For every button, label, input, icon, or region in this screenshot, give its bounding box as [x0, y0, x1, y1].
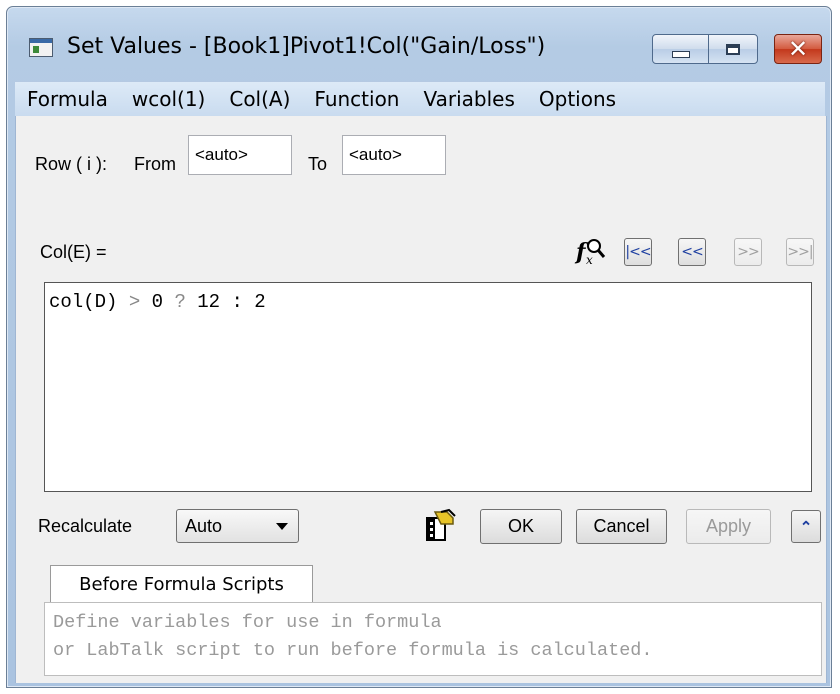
- minimize-icon: [671, 50, 690, 58]
- menu-col-a[interactable]: Col(A): [217, 87, 302, 111]
- last-column-button[interactable]: >>|: [786, 238, 814, 266]
- close-icon: ✕: [787, 35, 809, 63]
- menu-options[interactable]: Options: [527, 87, 628, 111]
- function-search-button[interactable]: f x: [573, 234, 607, 268]
- maximize-icon: [726, 43, 740, 55]
- close-button[interactable]: ✕: [774, 34, 822, 64]
- next-column-button[interactable]: >>: [734, 238, 762, 266]
- menu-function[interactable]: Function: [302, 87, 411, 111]
- cancel-button[interactable]: Cancel: [576, 509, 667, 544]
- previous-column-button[interactable]: <<: [678, 238, 706, 266]
- minimize-button[interactable]: [652, 34, 709, 64]
- app-window-icon[interactable]: [29, 38, 53, 57]
- row-range-label: Row ( i ):: [35, 154, 107, 174]
- menu-formula[interactable]: Formula: [15, 87, 120, 111]
- formula-token: ?: [174, 291, 198, 313]
- row-to-input[interactable]: <auto>: [342, 135, 446, 175]
- recalculate-label: Recalculate: [38, 516, 133, 536]
- target-column-label: Col(E) =: [40, 242, 107, 262]
- function-search-icon: f x: [574, 239, 606, 267]
- formula-token: >: [128, 291, 152, 313]
- menu-wcol[interactable]: wcol(1): [120, 87, 217, 111]
- recalculate-value: Auto: [185, 515, 223, 536]
- code-builder-button[interactable]: [421, 508, 457, 544]
- script-placeholder-line: or LabTalk script to run before formula …: [53, 640, 653, 661]
- formula-token: 12 : 2: [197, 291, 266, 313]
- double-chevron-up-icon: ⌃: [799, 518, 813, 536]
- set-values-dialog: Set Values - [Book1]Pivot1!Col("Gain/Los…: [6, 6, 832, 688]
- formula-token: col(D): [49, 291, 129, 313]
- apply-button[interactable]: Apply: [686, 509, 771, 544]
- title-bar[interactable]: Set Values - [Book1]Pivot1!Col("Gain/Los…: [7, 7, 831, 85]
- dialog-body: Row ( i ): From <auto> To <auto> Col(E) …: [15, 116, 827, 683]
- dropdown-arrow-icon: [276, 523, 288, 530]
- formula-token: 0: [151, 291, 175, 313]
- svg-text:x: x: [586, 253, 593, 267]
- from-label: From: [134, 154, 176, 174]
- code-builder-icon: [426, 508, 456, 541]
- to-label: To: [308, 154, 328, 174]
- first-column-button[interactable]: |<<: [624, 238, 652, 266]
- tab-before-formula-scripts[interactable]: Before Formula Scripts: [50, 565, 313, 603]
- menu-variables[interactable]: Variables: [411, 87, 526, 111]
- collapse-button[interactable]: ⌃: [791, 510, 821, 543]
- script-placeholder-line: Define variables for use in formula: [53, 612, 442, 633]
- maximize-button[interactable]: [708, 34, 758, 64]
- ok-button[interactable]: OK: [480, 509, 562, 544]
- formula-editor[interactable]: col(D) > 0 ? 12 : 2: [44, 282, 812, 492]
- menu-bar: Formula wcol(1) Col(A) Function Variable…: [15, 81, 825, 117]
- recalculate-select[interactable]: Auto: [176, 509, 299, 543]
- before-formula-script-editor[interactable]: Define variables for use in formula or L…: [44, 602, 822, 676]
- window-title: Set Values - [Book1]Pivot1!Col("Gain/Los…: [67, 34, 546, 59]
- row-from-input[interactable]: <auto>: [188, 135, 292, 175]
